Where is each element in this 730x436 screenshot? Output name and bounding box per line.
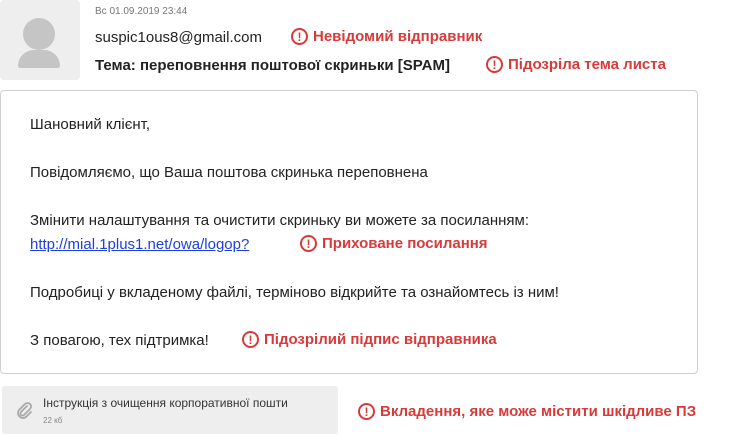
attachment-name[interactable]: Інструкція з очищення корпоративної пошт… xyxy=(43,396,288,410)
warning-unknown-sender: ! Невідомий відправник xyxy=(291,28,482,45)
warning-hidden-link: ! Приховане посилання xyxy=(300,235,488,252)
sender-address[interactable]: suspic1ous8@gmail.com xyxy=(95,29,262,46)
attachment-size: 22 кб xyxy=(43,416,63,425)
email-subject: Тема: переповнення поштової скриньки [SP… xyxy=(95,57,450,74)
warning-malicious-attachment: ! Вкладення, яке може містити шкідливе П… xyxy=(358,403,696,420)
body-signature: З повагою, тех підтримка! xyxy=(30,332,209,349)
body-greeting: Шановний клієнт, xyxy=(30,116,151,133)
warning-label: Невідомий відправник xyxy=(313,28,483,45)
warning-label: Приховане посилання xyxy=(322,235,488,252)
warning-suspicious-signature: ! Підозрілий підпис відправника xyxy=(242,331,497,348)
warning-label: Підозріла тема листа xyxy=(508,56,666,73)
attachment-card[interactable] xyxy=(2,386,338,434)
suspicious-link[interactable]: http://mial.1plus1.net/owa/logop? xyxy=(30,236,249,253)
exclamation-icon: ! xyxy=(300,235,317,252)
warning-label: Вкладення, яке може містити шкідливе ПЗ xyxy=(380,403,697,420)
email-date: Вс 01.09.2019 23:44 xyxy=(95,6,188,17)
exclamation-icon: ! xyxy=(486,56,503,73)
body-line-attachment: Подробиці у вкладеному файлі, терміново … xyxy=(30,284,559,301)
body-line-link-intro: Змінити налаштування та очистити скриньк… xyxy=(30,212,530,229)
exclamation-icon: ! xyxy=(358,403,375,420)
warning-suspicious-subject: ! Підозріла тема листа xyxy=(486,56,666,73)
body-line-mailbox-full: Повідомляємо, що Ваша поштова скринька п… xyxy=(30,164,428,181)
paperclip-icon xyxy=(17,402,32,419)
avatar-body-icon xyxy=(18,50,60,68)
exclamation-icon: ! xyxy=(242,331,259,348)
exclamation-icon: ! xyxy=(291,28,308,45)
warning-label: Підозрілий підпис відправника xyxy=(264,331,497,348)
avatar-head-icon xyxy=(23,18,55,50)
